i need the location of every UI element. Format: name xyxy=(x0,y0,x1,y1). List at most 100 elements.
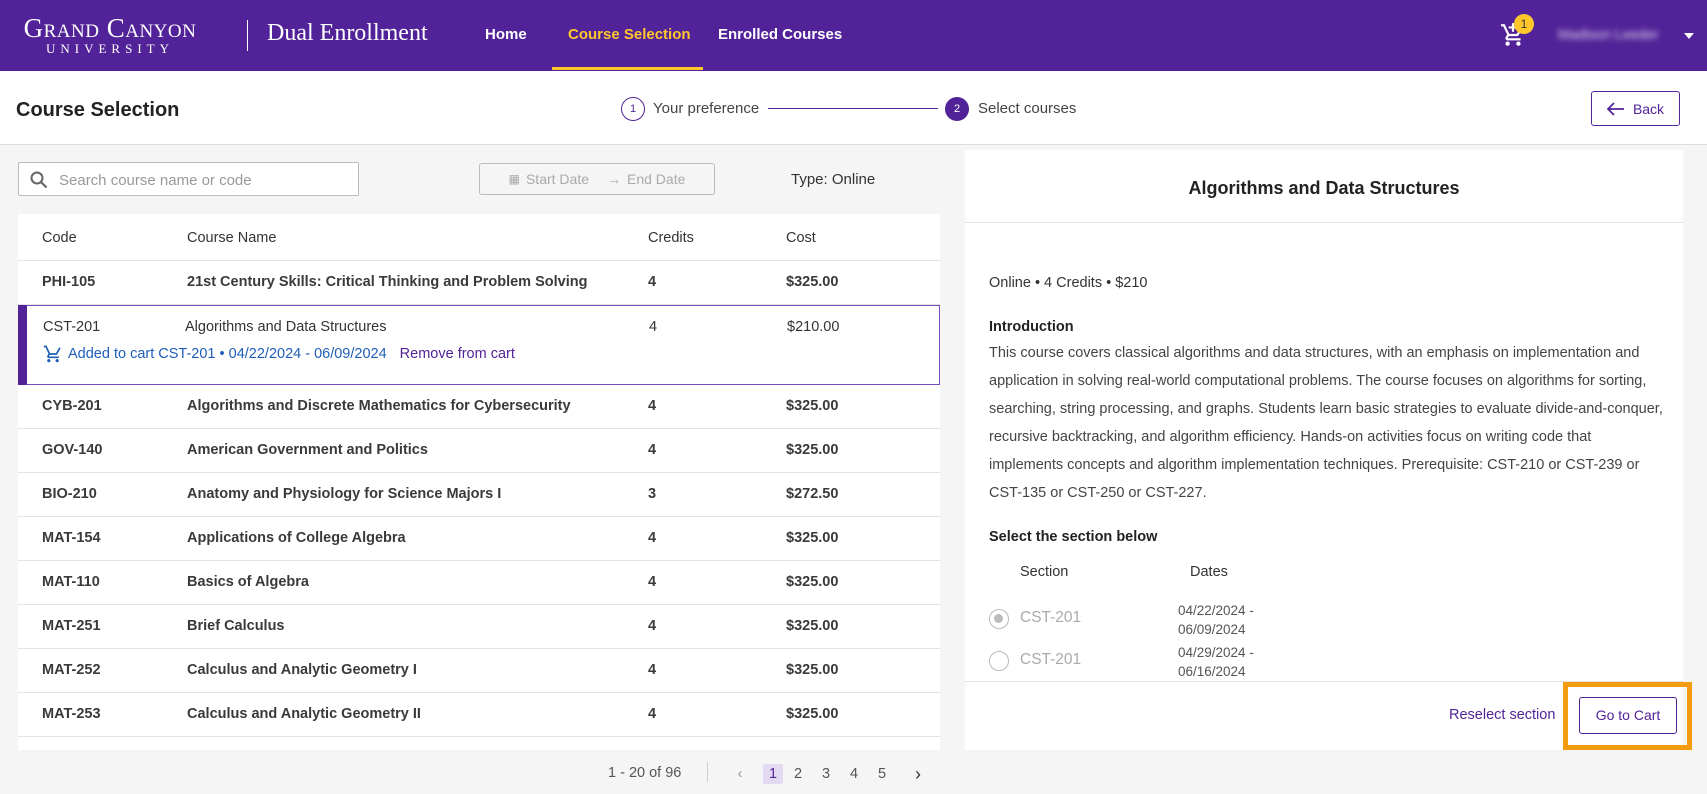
nav-home[interactable]: Home xyxy=(485,26,527,43)
cart-count-badge: 1 xyxy=(1514,14,1534,34)
search-input[interactable] xyxy=(59,169,349,191)
course-credits: 4 xyxy=(648,618,657,634)
start-date-field[interactable]: Start Date xyxy=(526,171,589,187)
search-field[interactable] xyxy=(18,162,359,196)
section-end-date: 06/16/2024 xyxy=(1178,664,1246,679)
detail-divider xyxy=(965,222,1683,223)
page-4-button[interactable]: 4 xyxy=(844,764,864,784)
table-row[interactable]: MAT-252 Calculus and Analytic Geometry I… xyxy=(18,649,940,693)
course-meta: Online • 4 Credits • $210 xyxy=(989,275,1148,291)
table-row[interactable]: MAT-154 Applications of College Algebra … xyxy=(18,517,940,561)
section-end-date: 06/09/2024 xyxy=(1178,622,1246,637)
pagination-range: 1 - 20 of 96 xyxy=(608,765,682,781)
back-button-label: Back xyxy=(1632,100,1665,117)
column-header-cost[interactable]: Cost xyxy=(786,230,816,246)
chevron-right-icon[interactable]: › xyxy=(908,764,928,784)
reselect-section-link[interactable]: Reselect section xyxy=(1449,707,1555,723)
step-1-label: Your preference xyxy=(653,100,760,117)
calendar-icon: ▦ xyxy=(508,172,520,186)
logo-line2: UNIVERSITY xyxy=(46,41,174,56)
section-start-date: 04/29/2024 - xyxy=(1178,645,1254,660)
remove-from-cart-link[interactable]: Remove from cart xyxy=(400,346,515,362)
table-row[interactable]: MAT-110 Basics of Algebra 4 $325.00 xyxy=(18,561,940,605)
course-name: Calculus and Analytic Geometry II xyxy=(187,706,421,722)
nav-enrolled-courses[interactable]: Enrolled Courses xyxy=(718,26,842,43)
page-5-button[interactable]: 5 xyxy=(872,764,892,784)
dates-column-header: Dates xyxy=(1190,564,1228,580)
course-cost: $325.00 xyxy=(786,274,839,290)
section-column-header: Section xyxy=(1020,564,1069,580)
section-dates: 04/22/2024 - 06/09/2024 xyxy=(1178,601,1254,639)
course-code: CST-201 xyxy=(43,319,101,335)
course-detail-title: Algorithms and Data Structures xyxy=(1188,178,1460,198)
active-nav-indicator xyxy=(552,67,703,70)
course-name: Anatomy and Physiology for Science Major… xyxy=(187,486,502,502)
chevron-down-icon[interactable] xyxy=(1684,33,1694,39)
table-row[interactable]: GOV-140 American Government and Politics… xyxy=(18,429,940,473)
chevron-left-icon[interactable]: ‹ xyxy=(730,764,750,784)
table-row-selected[interactable]: CST-201 Algorithms and Data Structures 4… xyxy=(18,305,940,385)
column-header-name[interactable]: Course Name xyxy=(187,230,276,246)
table-row[interactable]: PHI-105 21st Century Skills: Critical Th… xyxy=(18,261,940,305)
table-header-row: Code Course Name Credits Cost xyxy=(18,214,940,261)
section-code: CST-201 xyxy=(1020,609,1082,626)
course-code: MAT-154 xyxy=(42,530,101,546)
date-range-picker[interactable]: ▦ Start Date → End Date xyxy=(479,163,715,195)
course-code: BIO-210 xyxy=(42,486,97,502)
radio-button[interactable] xyxy=(989,651,1009,671)
page-1-button[interactable]: 1 xyxy=(763,764,783,784)
course-name: 21st Century Skills: Critical Thinking a… xyxy=(187,274,588,290)
page-title: Course Selection xyxy=(16,99,180,121)
course-cost: $325.00 xyxy=(786,398,839,414)
course-credits: 4 xyxy=(648,398,657,414)
course-code: MAT-252 xyxy=(42,662,101,678)
pagination: 1 - 20 of 96 ‹ 1 2 3 4 5 › xyxy=(0,760,940,788)
section-option[interactable]: CST-201 04/22/2024 - 06/09/2024 xyxy=(989,601,1707,641)
course-name: Algorithms and Data Structures xyxy=(185,319,387,335)
table-row[interactable]: MAT-253 Calculus and Analytic Geometry I… xyxy=(18,693,940,737)
back-button[interactable]: Back xyxy=(1591,91,1680,126)
course-table: Code Course Name Credits Cost PHI-105 21… xyxy=(18,214,940,750)
search-icon xyxy=(30,171,48,189)
cart-icon xyxy=(43,345,61,363)
university-logo[interactable]: Grand Canyon UNIVERSITY xyxy=(10,14,210,56)
step-2-indicator: 2 xyxy=(945,97,969,121)
course-credits: 4 xyxy=(648,706,657,722)
course-name: American Government and Politics xyxy=(187,442,428,458)
page-3-button[interactable]: 3 xyxy=(816,764,836,784)
cart-status: Added to cart CST-201 • 04/22/2024 - 06/… xyxy=(43,344,515,364)
end-date-field[interactable]: End Date xyxy=(627,171,685,187)
app-title: Dual Enrollment xyxy=(267,20,428,46)
nav-course-selection[interactable]: Course Selection xyxy=(568,26,691,43)
column-header-credits[interactable]: Credits xyxy=(648,230,694,246)
course-credits: 4 xyxy=(648,530,657,546)
column-header-code[interactable]: Code xyxy=(42,230,77,246)
table-row[interactable]: MAT-251 Brief Calculus 4 $325.00 xyxy=(18,605,940,649)
course-code: MAT-253 xyxy=(42,706,101,722)
course-credits: 3 xyxy=(648,486,657,502)
course-cost: $325.00 xyxy=(786,618,839,634)
step-1-indicator: 1 xyxy=(621,97,645,121)
stepper-connector xyxy=(768,108,938,109)
logo-line1: Grand Canyon xyxy=(23,13,197,43)
course-name: Algorithms and Discrete Mathematics for … xyxy=(187,398,571,414)
table-row[interactable]: CYB-201 Algorithms and Discrete Mathemat… xyxy=(18,385,940,429)
section-option[interactable]: CST-201 04/29/2024 - 06/16/2024 xyxy=(989,643,1707,683)
course-name: Basics of Algebra xyxy=(187,574,309,590)
course-cost: $325.00 xyxy=(786,662,839,678)
page-2-button[interactable]: 2 xyxy=(788,764,808,784)
course-detail-panel: Algorithms and Data Structures Online • … xyxy=(965,150,1692,750)
course-credits: 4 xyxy=(648,662,657,678)
intro-text: This course covers classical algorithms … xyxy=(989,345,1663,501)
course-code: CYB-201 xyxy=(42,398,102,414)
course-code: PHI-105 xyxy=(42,274,96,290)
go-to-cart-button[interactable]: Go to Cart xyxy=(1579,697,1677,734)
section-code: CST-201 xyxy=(1020,651,1082,668)
course-cost: $325.00 xyxy=(786,530,839,546)
user-menu-name[interactable]: Madison Leeder xyxy=(1558,26,1658,42)
course-credits: 4 xyxy=(648,442,657,458)
top-navigation-bar: Grand Canyon UNIVERSITY Dual Enrollment … xyxy=(0,0,1707,71)
radio-button[interactable] xyxy=(989,609,1009,629)
section-heading: Select the section below xyxy=(989,529,1158,545)
table-row[interactable]: BIO-210 Anatomy and Physiology for Scien… xyxy=(18,473,940,517)
